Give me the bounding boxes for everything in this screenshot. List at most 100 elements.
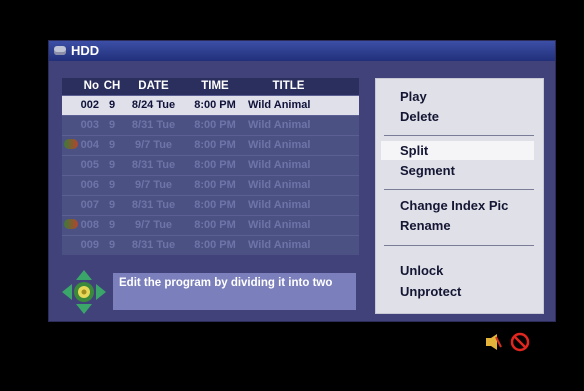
cell-no: 009 <box>62 236 102 255</box>
cell-text: 8/24 Tue <box>131 99 176 111</box>
cell-text: 8/31 Tue <box>131 199 176 211</box>
cell-text: 007 <box>80 199 99 211</box>
table-row[interactable]: 008 9 9/7 Tue 8:00 PM Wild Animal <box>62 215 359 235</box>
col-time: TIME <box>201 80 229 92</box>
cell-title: Wild Animal <box>245 236 329 255</box>
cell-text: 8:00 PM <box>194 219 236 231</box>
cell-time: 8:00 PM <box>185 116 245 135</box>
cell-date: 8/31 Tue <box>122 156 185 175</box>
cell-date: 8/31 Tue <box>122 196 185 215</box>
cell-text: 009 <box>80 239 99 251</box>
cell-time: 8:00 PM <box>185 236 245 255</box>
hdd-icon <box>54 46 66 55</box>
menu-rename[interactable]: Rename <box>376 216 536 235</box>
osd-panel: HDD No CH DATE TIME TITLE 002 9 8/24 Tue 8:… <box>48 40 556 322</box>
cell-no: 008 <box>62 216 102 235</box>
cell-no: 007 <box>62 196 102 215</box>
cell-title: Wild Animal <box>245 216 329 235</box>
cell-ch: 9 <box>102 116 122 135</box>
cell-date: 8/31 Tue <box>122 116 185 135</box>
cell-text: Wild Animal <box>248 139 311 151</box>
cell-title: Wild Animal <box>245 156 329 175</box>
cell-text: 9 <box>108 119 116 131</box>
menu-divider <box>384 135 534 136</box>
menu-play[interactable]: Play <box>376 87 536 106</box>
cell-text: 9 <box>108 239 116 251</box>
audio-icon <box>486 334 502 350</box>
cell-text: Wild Animal <box>248 159 311 171</box>
title-bar: HDD <box>49 41 555 61</box>
cell-title: Wild Animal <box>245 176 329 195</box>
cell-ch: 9 <box>102 96 122 115</box>
cell-title: Wild Animal <box>245 96 329 115</box>
cell-ch: 9 <box>102 236 122 255</box>
cell-text: 8/31 Tue <box>131 159 176 171</box>
cell-ch: 9 <box>102 176 122 195</box>
cell-text: 8:00 PM <box>194 179 236 191</box>
cell-text: Wild Animal <box>248 99 311 111</box>
menu-split[interactable]: Split <box>381 141 534 160</box>
menu-divider <box>384 189 534 190</box>
lock-protect-icon <box>64 139 78 149</box>
cell-date: 9/7 Tue <box>122 176 185 195</box>
cell-text: 8:00 PM <box>194 159 236 171</box>
table-row[interactable]: 009 9 8/31 Tue 8:00 PM Wild Animal <box>62 235 359 255</box>
cell-text: 008 <box>80 219 99 231</box>
cell-text: 9/7 Tue <box>134 139 173 151</box>
table-row[interactable]: 007 9 8/31 Tue 8:00 PM Wild Animal <box>62 195 359 215</box>
cell-time: 8:00 PM <box>185 136 245 155</box>
cell-time: 8:00 PM <box>185 176 245 195</box>
lock-protect-icon <box>64 219 78 229</box>
cell-time: 8:00 PM <box>185 216 245 235</box>
cell-text: Wild Animal <box>248 219 311 231</box>
cell-text: 8:00 PM <box>194 99 236 111</box>
cell-text: 9/7 Tue <box>134 179 173 191</box>
cell-no: 003 <box>62 116 102 135</box>
recordings-table: No CH DATE TIME TITLE 002 9 8/24 Tue 8:00 P… <box>62 78 359 255</box>
cell-text: 8:00 PM <box>194 139 236 151</box>
col-ch: CH <box>103 80 121 92</box>
cell-no: 004 <box>62 136 102 155</box>
cell-text: 9 <box>108 159 116 171</box>
cell-time: 8:00 PM <box>185 156 245 175</box>
cell-ch: 9 <box>102 136 122 155</box>
col-no: No <box>83 80 99 92</box>
cell-title: Wild Animal <box>245 196 329 215</box>
cell-text: 005 <box>80 159 99 171</box>
context-menu: Play Delete Split Segment Change Index P… <box>375 78 544 314</box>
cell-text: 8:00 PM <box>194 199 236 211</box>
menu-change-index-pic[interactable]: Change Index Pic <box>376 196 536 215</box>
table-header: No CH DATE TIME TITLE <box>62 78 359 95</box>
cell-text: 8/31 Tue <box>131 239 176 251</box>
table-row[interactable]: 004 9 9/7 Tue 8:00 PM Wild Animal <box>62 135 359 155</box>
cell-ch: 9 <box>102 216 122 235</box>
cell-text: Wild Animal <box>248 179 311 191</box>
menu-unprotect[interactable]: Unprotect <box>376 282 536 301</box>
table-row[interactable]: 002 9 8/24 Tue 8:00 PM Wild Animal <box>62 95 359 115</box>
menu-divider <box>384 245 534 246</box>
cell-date: 8/24 Tue <box>122 96 185 115</box>
cell-text: 9 <box>108 179 116 191</box>
cell-no: 006 <box>62 176 102 195</box>
help-box: Edit the program by dividing it into two <box>113 273 356 310</box>
cell-date: 9/7 Tue <box>122 216 185 235</box>
table-row[interactable]: 003 9 8/31 Tue 8:00 PM Wild Animal <box>62 115 359 135</box>
cell-text: 004 <box>80 139 99 151</box>
cell-ch: 9 <box>102 196 122 215</box>
dpad-icon <box>62 270 106 314</box>
menu-unlock[interactable]: Unlock <box>376 261 536 280</box>
table-row[interactable]: 005 9 8/31 Tue 8:00 PM Wild Animal <box>62 155 359 175</box>
menu-delete[interactable]: Delete <box>376 107 536 126</box>
page-title: HDD <box>71 43 100 58</box>
cell-text: Wild Animal <box>248 199 311 211</box>
menu-segment[interactable]: Segment <box>376 161 536 180</box>
cell-text: 002 <box>80 99 99 111</box>
cell-text: 8/31 Tue <box>131 119 176 131</box>
cell-time: 8:00 PM <box>185 196 245 215</box>
cell-no: 002 <box>62 96 102 115</box>
cell-text: Wild Animal <box>248 239 311 251</box>
table-row[interactable]: 006 9 9/7 Tue 8:00 PM Wild Animal <box>62 175 359 195</box>
cell-text: 8:00 PM <box>194 119 236 131</box>
help-text: Edit the program by dividing it into two <box>119 277 333 289</box>
cell-title: Wild Animal <box>245 116 329 135</box>
